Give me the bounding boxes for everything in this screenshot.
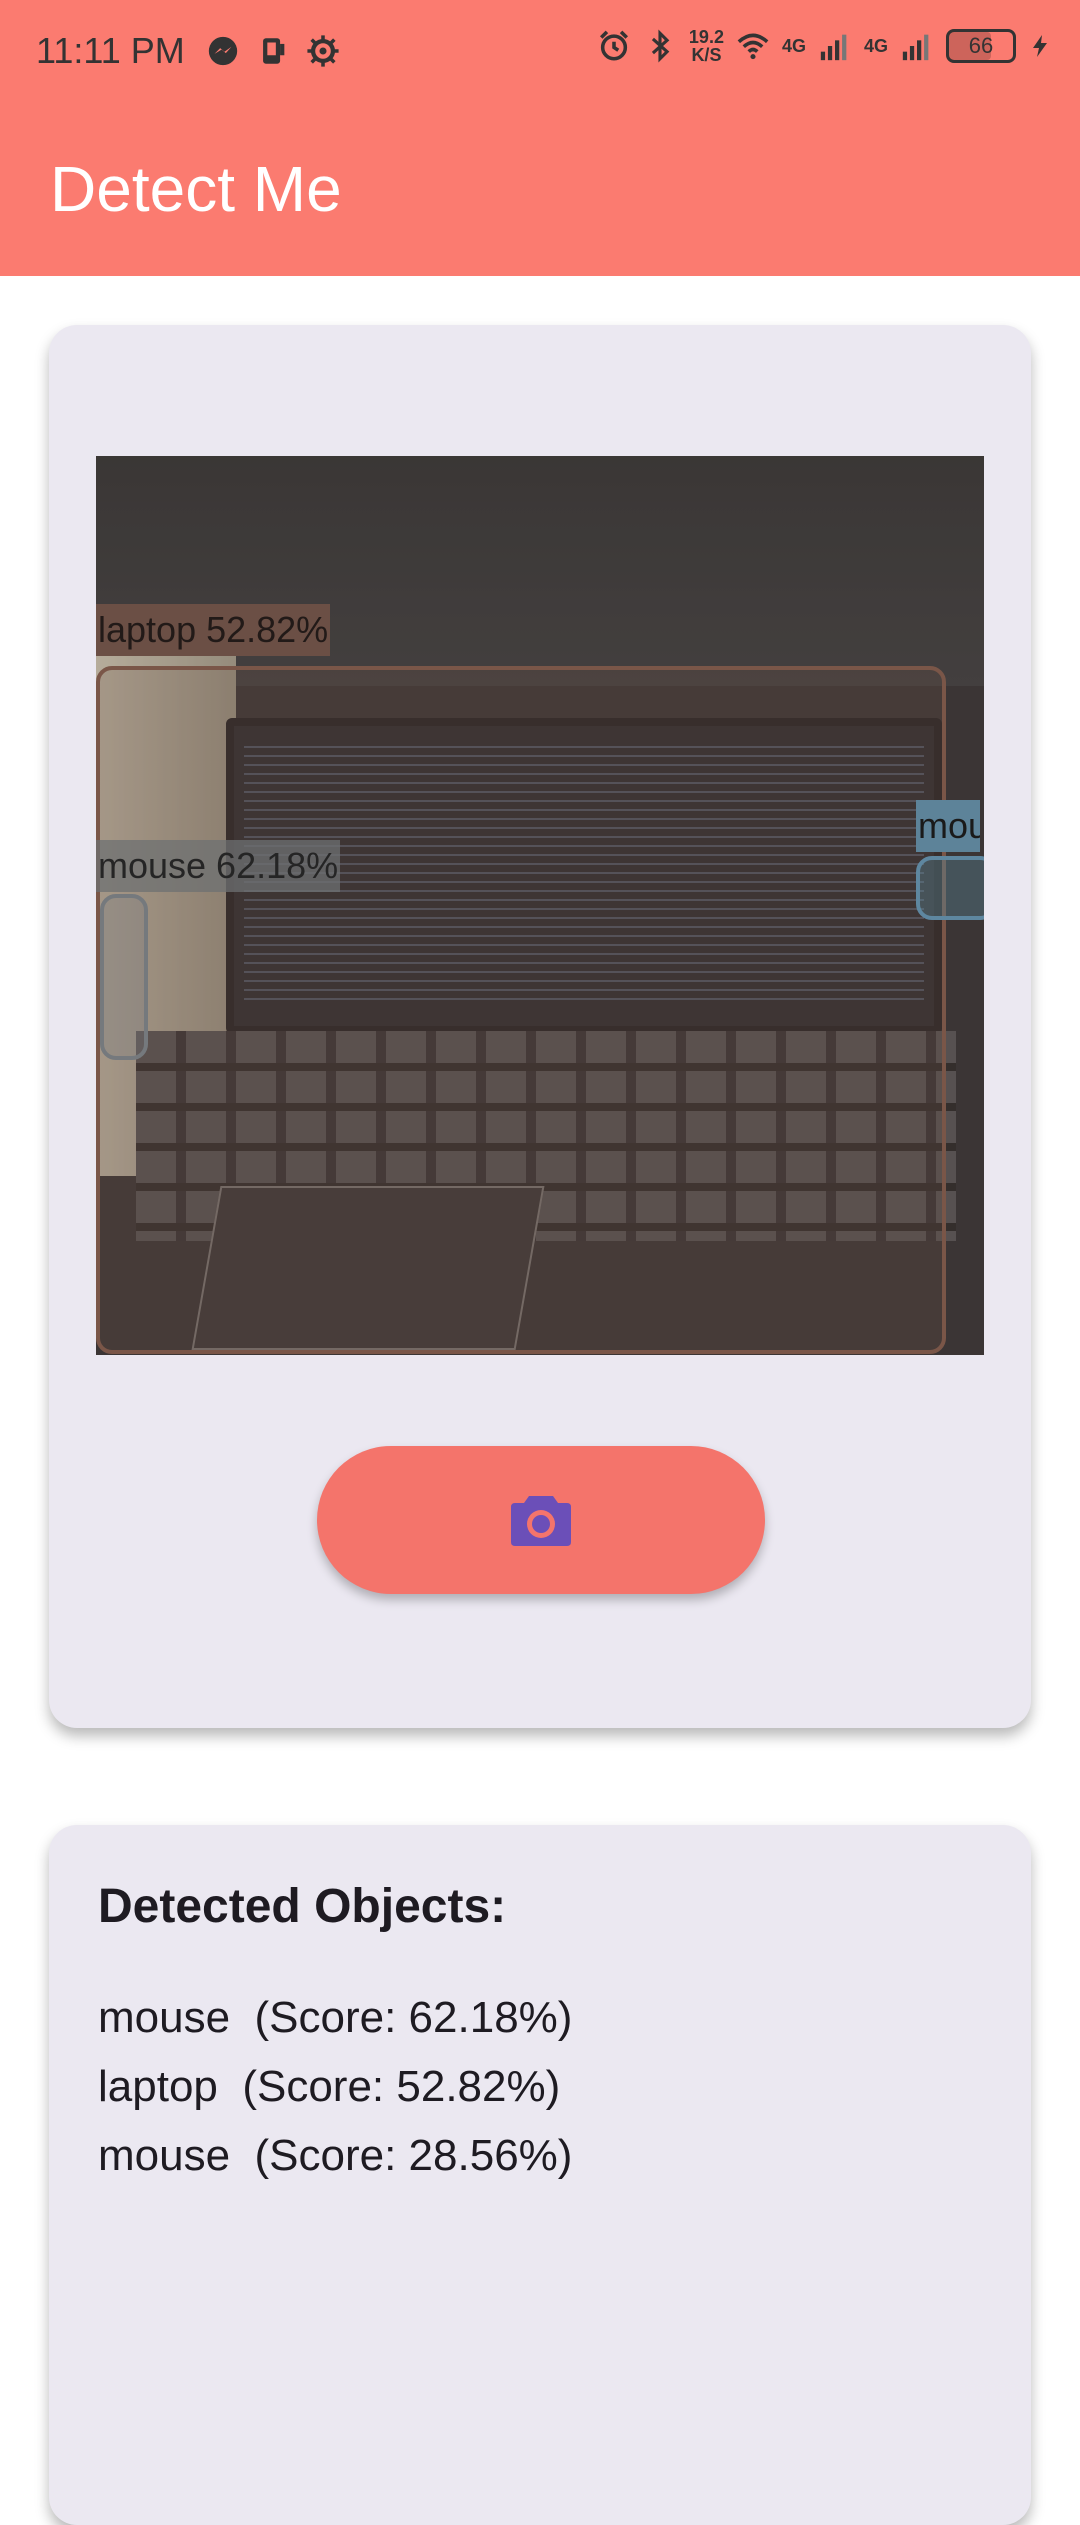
app-title: Detect Me [50, 153, 342, 225]
status-time: 11:11 PM [36, 30, 185, 71]
camera-button[interactable] [317, 1446, 765, 1594]
camera-icon [511, 1496, 571, 1546]
messenger-icon [208, 36, 238, 66]
results-card: Detected Objects: mouse (Score: 62.18%) … [49, 1825, 1031, 2525]
alarm-icon [599, 30, 628, 61]
network-speed-value: 19.2 [688, 27, 724, 47]
network-speed-unit: K/S [691, 45, 722, 65]
sim2-network-type: 4G [863, 35, 888, 56]
network-speed: 19.2 K/S [689, 28, 724, 64]
settings-icon [307, 35, 339, 67]
battery-icon: 66 [946, 29, 1016, 63]
detected-objects-list: mouse (Score: 62.18%) laptop (Score: 52.… [98, 1983, 572, 2190]
app-bar: Detect Me [0, 110, 1080, 276]
wifi-icon [737, 33, 769, 60]
list-item: mouse (Score: 28.56%) [98, 2131, 573, 2180]
detection-box-mouse [916, 856, 984, 920]
detection-label-laptop: laptop 52.82% [96, 604, 331, 656]
detection-label-mouse: mouse 62.18% [96, 840, 341, 892]
notification-icon [263, 38, 285, 64]
list-item: laptop (Score: 52.82%) [98, 2062, 561, 2111]
status-system-icons: 19.2 K/S 4G 4G 66 [597, 28, 1052, 64]
detection-box-mouse [100, 894, 148, 1060]
detection-label-mouse: mouse [916, 800, 980, 852]
charging-icon [1033, 35, 1047, 57]
detection-box-laptop [96, 666, 946, 1354]
bluetooth-icon [651, 29, 670, 63]
results-title: Detected Objects: [98, 1880, 507, 1933]
list-item: mouse (Score: 62.18%) [98, 1993, 573, 2042]
signal-icon [820, 34, 847, 61]
status-notification-icons [206, 34, 340, 68]
signal-icon [902, 34, 929, 61]
detection-image: laptop 52.82% mouse 62.18% mouse [96, 456, 984, 1355]
sim1-network-type: 4G [781, 35, 806, 56]
battery-level: 66 [968, 33, 994, 58]
image-card: laptop 52.82% mouse 62.18% mouse [49, 325, 1031, 1728]
status-bar: 11:11 PM 19.2 K/S 4G 4G 66 [0, 0, 1080, 110]
